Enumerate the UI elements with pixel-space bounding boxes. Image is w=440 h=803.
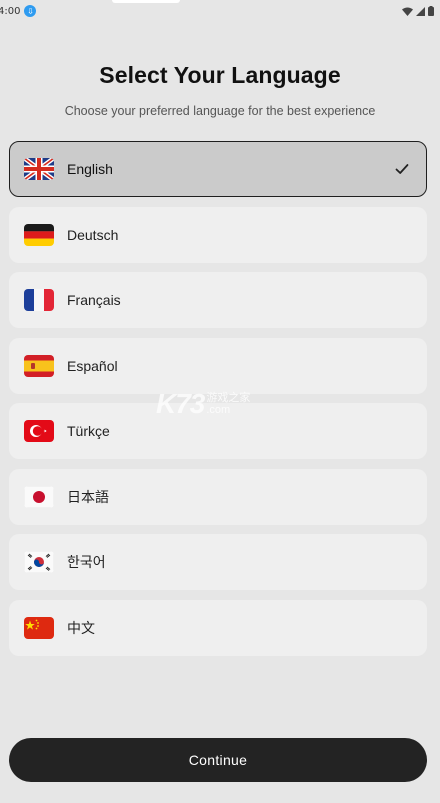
battery-icon — [428, 6, 434, 16]
language-label: 中文 — [67, 619, 95, 636]
uk-flag-icon — [24, 154, 54, 184]
language-option-chinese[interactable]: 中文 — [9, 599, 427, 656]
page-subtitle: Choose your preferred language for the b… — [64, 104, 376, 118]
language-option-japanese[interactable]: 日本語 — [9, 468, 427, 525]
status-bar: 4:00 ⇩ — [0, 0, 440, 22]
camera-notch — [112, 0, 180, 3]
turkey-flag-icon — [24, 416, 54, 446]
language-label: Français — [67, 292, 121, 308]
page-title: Select Your Language — [99, 62, 341, 88]
germany-flag-icon — [24, 220, 54, 250]
language-label: Türkçe — [67, 423, 110, 439]
language-label: Español — [67, 357, 118, 374]
status-time: 4:00 — [0, 5, 21, 17]
language-label: English — [67, 161, 113, 177]
wifi-icon — [402, 7, 413, 16]
france-flag-icon — [24, 285, 54, 315]
language-list: English Deutsch Français Español Türkçe … — [9, 141, 427, 665]
language-option-english[interactable]: English — [9, 141, 427, 197]
china-flag-icon — [24, 613, 54, 643]
language-label: 한국어 — [67, 554, 106, 570]
language-option-korean[interactable]: 한국어 — [9, 534, 427, 590]
language-label: Deutsch — [67, 226, 119, 243]
language-select-screen: 4:00 ⇩ Select Your Language Choose your … — [0, 0, 440, 803]
continue-button[interactable]: Continue — [9, 738, 427, 782]
status-left: 4:00 ⇩ — [0, 5, 37, 17]
status-icons — [402, 6, 434, 16]
download-badge-icon: ⇩ — [24, 5, 37, 17]
korea-flag-icon — [24, 547, 54, 577]
language-option-espanol[interactable]: Español — [9, 337, 427, 394]
signal-icon — [416, 6, 425, 16]
checkmark-icon — [395, 164, 409, 174]
japan-flag-icon — [24, 482, 54, 512]
spain-flag-icon — [24, 351, 54, 381]
language-label: 日本語 — [67, 488, 109, 505]
language-option-francais[interactable]: Français — [9, 272, 427, 328]
language-option-deutsch[interactable]: Deutsch — [9, 206, 427, 263]
language-option-turkce[interactable]: Türkçe — [9, 403, 427, 459]
